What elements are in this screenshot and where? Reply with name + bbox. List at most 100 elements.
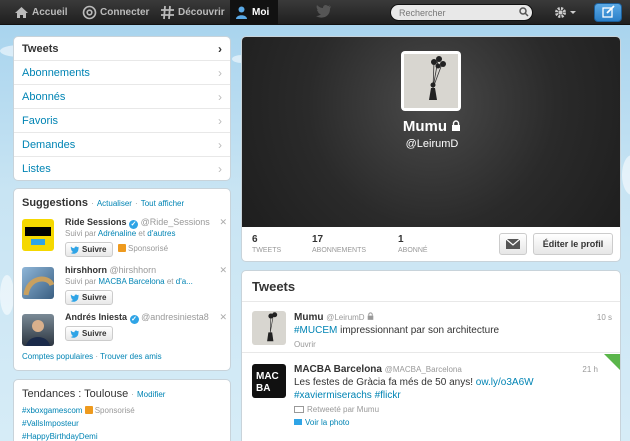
find-friends-link[interactable]: Trouver des amis <box>100 352 162 361</box>
person-icon <box>236 6 247 19</box>
compose-tweet-button[interactable] <box>594 3 622 22</box>
sub-prefix: Suivi par <box>65 229 98 238</box>
avatar[interactable] <box>22 314 54 346</box>
suggestion-name[interactable]: Ride Sessions ✓ @Ride_Sessions <box>65 217 210 229</box>
ride-sessions-logo <box>25 227 51 245</box>
chevron-right-icon: › <box>218 90 222 104</box>
photo-icon <box>294 419 302 425</box>
nav-home[interactable]: Accueil <box>10 0 74 25</box>
nav-discover[interactable]: Découvrir <box>156 0 228 25</box>
trends-title: Tendances : Toulouse <box>22 388 129 400</box>
modify-trends-link[interactable]: Modifier <box>137 390 165 399</box>
sub-mid: et <box>164 277 176 286</box>
view-all-link[interactable]: Tout afficher <box>141 199 184 208</box>
suggestion-row: Ride Sessions ✓ @Ride_Sessions Suivi par… <box>22 217 227 265</box>
direct-message-button[interactable] <box>499 233 527 255</box>
followed-by-link[interactable]: MACBA Barcelona <box>98 277 164 286</box>
separator: · <box>95 352 99 361</box>
user-handle: @Ride_Sessions <box>140 217 210 227</box>
expand-tweet-link[interactable]: Ouvrir <box>294 340 316 349</box>
nav-connect-label: Connecter <box>100 7 150 18</box>
profile-menu: Tweets › Abonnements › Abonnés › Favoris › D… <box>13 36 231 181</box>
gear-icon[interactable] <box>553 5 579 20</box>
stat-label: ABONNEMENTS <box>312 247 367 254</box>
user-name: hirshhorn <box>65 265 107 275</box>
menu-item-requests[interactable]: Demandes › <box>14 133 230 157</box>
tweet-item[interactable]: Mumu @LeirumD 10 s #MUCEM impressionnant… <box>242 303 620 353</box>
view-photo-link[interactable]: Voir la photo <box>294 418 349 427</box>
verified-icon: ✓ <box>129 220 139 229</box>
follow-button[interactable]: Suivre <box>65 290 113 305</box>
followed-by-text: Suivi par MACBA Barcelona et d'a... <box>65 277 193 286</box>
menu-item-favorites[interactable]: Favoris › <box>14 109 230 133</box>
stat-following[interactable]: 17 ABONNEMENTS <box>312 234 366 254</box>
tweet-timestamp[interactable]: 21 h <box>582 365 598 374</box>
macba-logo: MACBA <box>256 371 279 394</box>
stat-tweets[interactable]: 6 TWEETS <box>252 234 281 254</box>
stat-followers[interactable]: 1 ABONNÉ <box>398 234 428 254</box>
promoted-text: Sponsorisé <box>94 406 135 415</box>
follow-label: Suivre <box>82 293 107 302</box>
menu-item-lists[interactable]: Listes › <box>14 157 230 180</box>
tweet-author[interactable]: MACBA Barcelona @MACBA_Barcelona <box>294 364 462 375</box>
nav-home-label: Accueil <box>32 7 68 18</box>
edit-profile-button[interactable]: Éditer le profil <box>533 233 613 255</box>
suggestion-name[interactable]: hirshhorn @hirshhorn <box>65 265 156 275</box>
profile-avatar[interactable] <box>401 51 461 111</box>
menu-item-followers[interactable]: Abonnés › <box>14 85 230 109</box>
tweet-item[interactable]: MAC BA MACBA Barcelona @MACBA_Barcelona 2… <box>242 354 620 441</box>
nav-me-label: Moi <box>252 7 270 18</box>
stat-number: 1 <box>398 234 404 245</box>
nav-connect[interactable]: Connecter <box>78 0 150 25</box>
tweet-url-link[interactable]: ow.ly/o3A6W <box>476 377 534 388</box>
dismiss-icon[interactable]: ✕ <box>219 265 227 276</box>
trend-label: #xboxgamescom <box>22 406 83 415</box>
tweet-text: Les festes de Gràcia fa més de 50 anys! … <box>294 376 534 402</box>
suggestion-name[interactable]: Andrés Iniesta ✓ @andresiniesta8 <box>65 312 209 324</box>
stat-label: TWEETS <box>252 247 282 254</box>
tweet-author[interactable]: Mumu @LeirumD <box>294 312 374 323</box>
twitter-bird-icon <box>70 330 79 338</box>
dismiss-icon[interactable]: ✕ <box>219 312 227 323</box>
profile-name: Mumu <box>242 118 620 135</box>
at-icon <box>82 5 97 20</box>
search-input[interactable]: Rechercher <box>390 4 533 21</box>
avatar[interactable] <box>22 267 55 299</box>
follow-button[interactable]: Suivre <box>65 326 113 341</box>
menu-item-following[interactable]: Abonnements › <box>14 61 230 85</box>
verified-icon: ✓ <box>129 315 139 324</box>
followed-by-text: Suivi par Adrénaline et d'autres <box>65 229 176 238</box>
tweet-timestamp[interactable]: 10 s <box>597 313 612 322</box>
home-icon <box>15 7 28 18</box>
trend-item[interactable]: #VallsImposteur <box>14 417 230 430</box>
avatar[interactable] <box>252 311 286 345</box>
hashtag-link[interactable]: #MUCEM <box>294 325 337 336</box>
separator: · <box>135 199 138 208</box>
hashtag-link[interactable]: #xaviermiserachs #flickr <box>294 390 401 401</box>
nav-me[interactable]: Moi <box>230 0 278 25</box>
follow-button[interactable]: Suivre <box>65 242 113 257</box>
others-link[interactable]: d'autres <box>147 229 175 238</box>
nav-discover-label: Découvrir <box>178 7 225 18</box>
author-name: Mumu <box>294 312 324 323</box>
suggestion-row: hirshhorn @hirshhorn Suivi par MACBA Bar… <box>22 265 227 313</box>
refresh-link[interactable]: Actualiser <box>97 199 132 208</box>
avatar[interactable] <box>22 219 54 251</box>
twitter-bird-icon[interactable] <box>316 4 332 18</box>
menu-item-tweets[interactable]: Tweets › <box>14 37 230 61</box>
others-link[interactable]: d'a... <box>176 277 193 286</box>
trend-item[interactable]: #xboxgamescom Sponsorisé <box>14 404 230 417</box>
hash-icon <box>161 5 174 20</box>
trend-item[interactable]: #HappyBirthdayDemi <box>14 430 230 441</box>
hirshhorn-avatar-image <box>23 276 55 296</box>
retweet-text: Retweeté par Mumu <box>307 405 380 414</box>
avatar[interactable]: MAC BA <box>252 364 286 398</box>
promoted-text: Sponsorisé <box>128 244 169 253</box>
separator: · <box>131 390 134 399</box>
followed-by-link[interactable]: Adrénaline <box>98 229 136 238</box>
dismiss-icon[interactable]: ✕ <box>219 217 227 228</box>
author-handle: @LeirumD <box>326 313 365 322</box>
search-icon[interactable] <box>519 7 529 17</box>
popular-accounts-link[interactable]: Comptes populaires <box>22 352 93 361</box>
profile-card: Mumu @LeirumD 6 TWEETS 17 ABONNEMENTS 1 ABO… <box>241 36 621 262</box>
